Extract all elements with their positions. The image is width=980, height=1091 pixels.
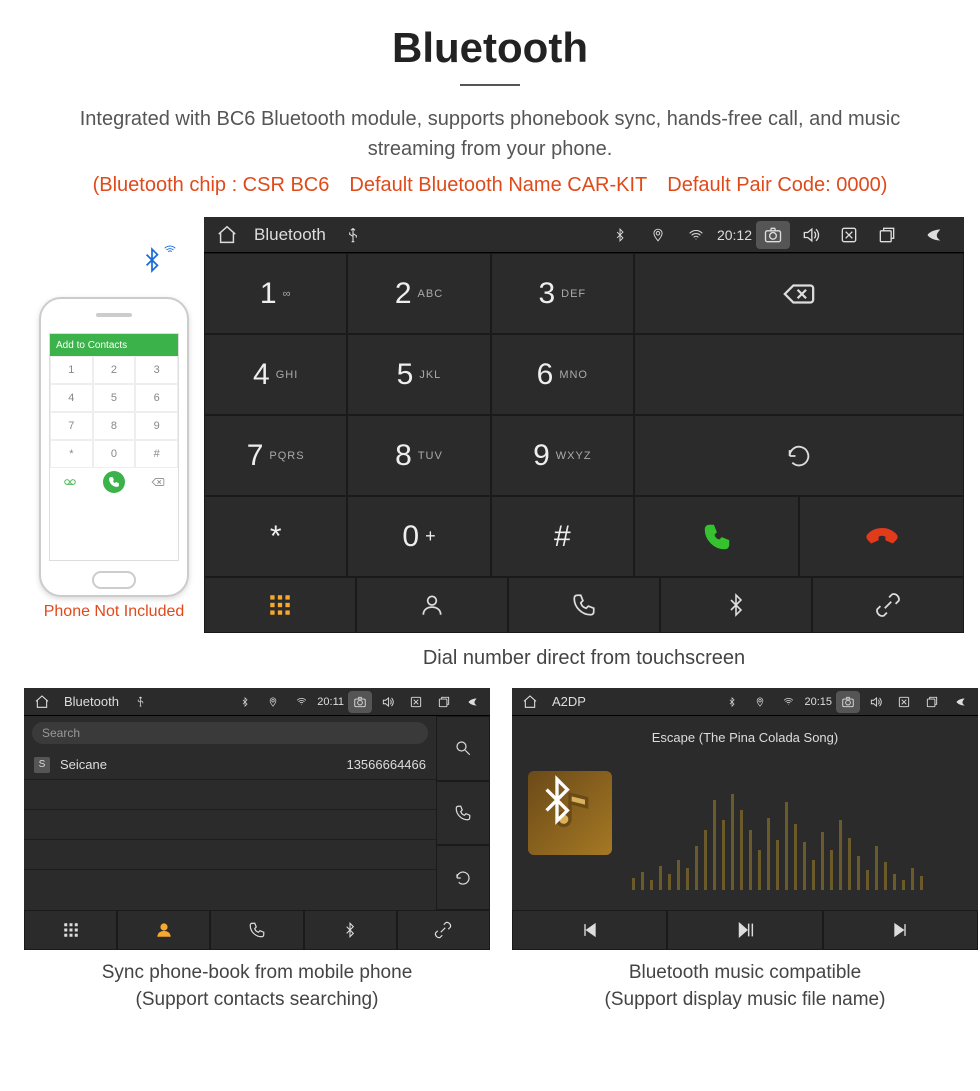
recent-apps-icon[interactable] (920, 691, 944, 713)
back-icon[interactable] (948, 691, 972, 713)
phone-call-button (103, 471, 125, 493)
close-box-icon[interactable] (404, 691, 428, 713)
usb-icon (129, 691, 153, 713)
caption-a2dp: Bluetooth music compatible(Support displ… (512, 960, 978, 1013)
contact-row-empty (24, 780, 436, 810)
key-3[interactable]: 3DEF (491, 253, 634, 334)
key-2[interactable]: 2ABC (347, 253, 490, 334)
contact-row-empty (24, 840, 436, 870)
app-title: Bluetooth (248, 225, 332, 245)
tab-link[interactable] (397, 910, 490, 950)
phone-keypad: 123456789*0# (50, 356, 178, 468)
app-title: A2DP (546, 694, 592, 709)
contact-name: Seicane (60, 757, 107, 772)
home-icon[interactable] (30, 691, 54, 713)
wifi-icon (776, 691, 800, 713)
key-#[interactable]: # (491, 496, 634, 577)
home-icon[interactable] (210, 221, 244, 249)
headunit-a2dp: A2DP 20:15 Escape (The Pina Colada Song) (512, 688, 978, 950)
tab-dialpad[interactable] (204, 577, 356, 633)
tab-contacts[interactable] (356, 577, 508, 633)
usb-icon (336, 221, 370, 249)
recent-apps-icon[interactable] (870, 221, 904, 249)
hangup-button[interactable] (799, 496, 964, 577)
next-track-button[interactable] (823, 910, 978, 950)
refresh-button[interactable] (634, 415, 964, 496)
action-call[interactable] (436, 781, 490, 846)
voicemail-icon (63, 475, 77, 489)
key-1[interactable]: 1∞ (204, 253, 347, 334)
prev-track-button[interactable] (512, 910, 667, 950)
tab-bluetooth[interactable] (660, 577, 812, 633)
phone-mock: Add to Contacts 123456789*0# (39, 297, 189, 597)
phone-backspace-icon (151, 475, 165, 489)
location-icon (261, 691, 285, 713)
key-0[interactable]: 0+ (347, 496, 490, 577)
phone-not-included-label: Phone Not Included (44, 603, 185, 621)
home-icon[interactable] (518, 691, 542, 713)
tab-dialpad[interactable] (24, 910, 117, 950)
close-box-icon[interactable] (832, 221, 866, 249)
tab-bluetooth[interactable] (304, 910, 397, 950)
clock: 20:11 (317, 696, 344, 708)
back-icon[interactable] (460, 691, 484, 713)
location-icon (748, 691, 772, 713)
volume-icon[interactable] (794, 221, 828, 249)
bluetooth-emit-icon (139, 247, 179, 287)
bluetooth-status-icon (720, 691, 744, 713)
recent-apps-icon[interactable] (432, 691, 456, 713)
key-*[interactable]: * (204, 496, 347, 577)
key-5[interactable]: 5JKL (347, 334, 490, 415)
camera-icon[interactable] (756, 221, 790, 249)
tab-call-history[interactable] (508, 577, 660, 633)
backspace-button[interactable] (634, 253, 964, 334)
wifi-icon (289, 691, 313, 713)
bluetooth-status-icon (603, 221, 637, 249)
song-title: Escape (The Pina Colada Song) (512, 730, 978, 745)
caption-dialer: Dial number direct from touchscreen (204, 647, 964, 670)
volume-icon[interactable] (864, 691, 888, 713)
camera-icon[interactable] (348, 691, 372, 713)
contact-row[interactable]: S Seicane 13566664466 (24, 750, 436, 780)
tab-link[interactable] (812, 577, 964, 633)
bluetooth-status-icon (233, 691, 257, 713)
page-title: Bluetooth (0, 0, 980, 84)
clock: 20:15 (804, 696, 832, 708)
contact-initial-badge: S (34, 757, 50, 773)
caption-contacts: Sync phone-book from mobile phone(Suppor… (24, 960, 490, 1013)
call-button[interactable] (634, 496, 799, 577)
title-underline (460, 84, 520, 86)
audio-visualizer (632, 770, 962, 890)
album-art (528, 771, 612, 855)
blank-cell (634, 334, 964, 415)
lead-description: Integrated with BC6 Bluetooth module, su… (0, 104, 980, 164)
contact-row-empty (24, 810, 436, 840)
camera-icon[interactable] (836, 691, 860, 713)
key-8[interactable]: 8TUV (347, 415, 490, 496)
contact-number: 13566664466 (346, 757, 426, 772)
phone-screen-header: Add to Contacts (56, 340, 127, 351)
action-refresh[interactable] (436, 845, 490, 910)
action-search[interactable] (436, 716, 490, 781)
spec-line: (Bluetooth chip : CSR BC6 Default Blueto… (0, 174, 980, 197)
key-6[interactable]: 6MNO (491, 334, 634, 415)
wifi-icon (679, 221, 713, 249)
key-4[interactable]: 4GHI (204, 334, 347, 415)
location-icon (641, 221, 675, 249)
search-input[interactable]: Search (32, 722, 428, 744)
back-icon[interactable] (908, 221, 958, 249)
volume-icon[interactable] (376, 691, 400, 713)
key-9[interactable]: 9WXYZ (491, 415, 634, 496)
key-7[interactable]: 7PQRS (204, 415, 347, 496)
tab-contacts[interactable] (117, 910, 210, 950)
tab-call-history[interactable] (210, 910, 303, 950)
clock: 20:12 (717, 227, 752, 243)
close-box-icon[interactable] (892, 691, 916, 713)
headunit-contacts: Bluetooth 20:11 Search S Seicane (24, 688, 490, 950)
app-title: Bluetooth (58, 694, 125, 709)
play-pause-button[interactable] (667, 910, 822, 950)
headunit-dialer: Bluetooth 20:12 1∞2ABC3DEF 4GHI5JKL6MNO 7P… (204, 217, 964, 633)
